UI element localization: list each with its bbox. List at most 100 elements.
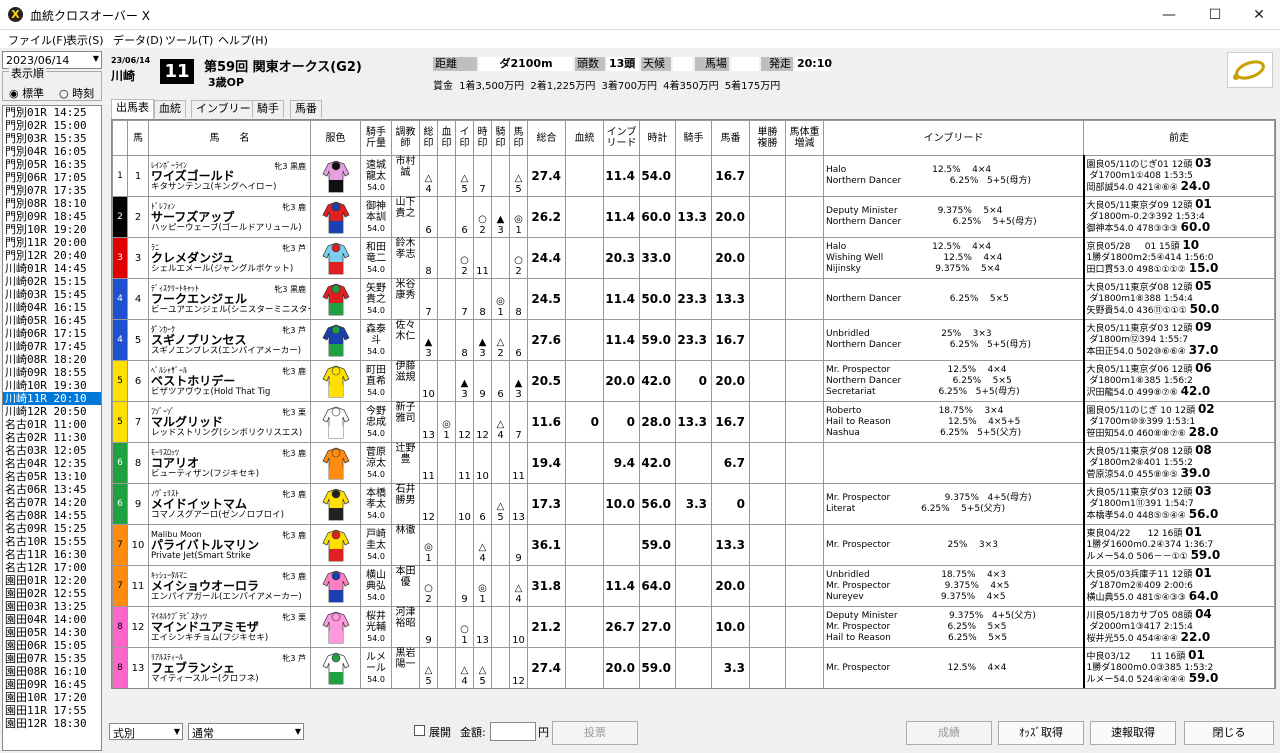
menu-help[interactable]: ヘルプ(H)	[218, 32, 268, 48]
race-list-item[interactable]: 川崎05R 16:45	[3, 314, 101, 327]
table-row[interactable]: 1 1 ﾚｲﾝﾎﾞｰﾗｲﾝ ワイズゴールド キタサンテンユ(キングヘイロー) 牝3 黒鹿遠…	[112, 155, 1275, 197]
horse-name-cell[interactable]: ｷｯｼｭｰﾀﾙﾏﾆ メイショウオーロラ エンパイアガール(エンパイアメーカー) 牝3 …	[148, 565, 311, 607]
horse-name-cell[interactable]: ﾘｱﾙｽﾃｨｰﾙ フェブランシェ マイティースルー(クロフネ) 牝3 芦	[148, 647, 311, 688]
column-header[interactable]: 前走	[1083, 120, 1275, 156]
flash-button[interactable]: 速報取得	[1090, 721, 1176, 745]
race-list-item[interactable]: 名古08R 14:55	[3, 509, 101, 522]
race-list-item[interactable]: 園田09R 16:45	[3, 678, 101, 691]
race-list-item[interactable]: 川崎10R 19:30	[3, 379, 101, 392]
race-list-item[interactable]: 川崎07R 17:45	[3, 340, 101, 353]
race-list-item[interactable]: 園田05R 14:30	[3, 626, 101, 639]
amount-input[interactable]	[490, 722, 536, 741]
horse-name-cell[interactable]: ﾍﾞﾙｼｬｻﾞｰﾙ ベストホリデー ビザツアヴウェ(Hold That Tig 牝3 …	[148, 360, 311, 402]
menu-tools[interactable]: ツール(T)	[165, 32, 213, 48]
race-list-item[interactable]: 川崎04R 16:15	[3, 301, 101, 314]
column-header[interactable]: 時 印	[473, 120, 492, 156]
horse-name-cell[interactable]: ﾚｲﾝﾎﾞｰﾗｲﾝ ワイズゴールド キタサンテンユ(キングヘイロー) 牝3 黒鹿	[148, 155, 311, 197]
column-header[interactable]: 調教 師	[391, 120, 420, 156]
race-list-item[interactable]: 名古06R 13:45	[3, 483, 101, 496]
race-list-item[interactable]: 名古11R 16:30	[3, 548, 101, 561]
column-header[interactable]: インブリード	[823, 120, 1084, 156]
column-header[interactable]: 総 印	[419, 120, 438, 156]
race-list-item[interactable]: 名古01R 11:00	[3, 418, 101, 431]
column-header[interactable]: 馬 名	[148, 120, 311, 156]
column-header[interactable]: 騎 印	[491, 120, 510, 156]
column-header[interactable]: 血 印	[437, 120, 456, 156]
column-header[interactable]: イ 印	[455, 120, 474, 156]
result-button[interactable]: 成績	[906, 721, 992, 745]
race-list-item[interactable]: 園田08R 16:10	[3, 665, 101, 678]
horse-name-cell[interactable]: Malibu Moon パライバトルマリン Private Jet(Smart St…	[148, 524, 311, 566]
close-button[interactable]: 閉じる	[1184, 721, 1274, 745]
column-header[interactable]: インブ リード	[603, 120, 640, 156]
column-header[interactable]: 馬番	[711, 120, 750, 156]
race-list-item[interactable]: 名古09R 15:25	[3, 522, 101, 535]
table-row[interactable]: 8 13 ﾘｱﾙｽﾃｨｰﾙ フェブランシェ マイティースルー(クロフネ) 牝3 芦ルメ ー…	[112, 647, 1275, 688]
race-list-item[interactable]: 門別03R 15:35	[3, 132, 101, 145]
tab-jockey[interactable]: 騎手	[252, 100, 284, 118]
column-header[interactable]: 服色	[310, 120, 361, 156]
horse-name-cell[interactable]: ﾓｰﾘｽﾛｯﾂ コアリオ ビューティザン(フジキセキ) 牝3 鹿	[148, 442, 311, 484]
race-list-item[interactable]: 川崎12R 20:50	[3, 405, 101, 418]
tab-entries[interactable]: 出馬表	[111, 99, 154, 119]
vote-button[interactable]: 投票	[552, 721, 638, 745]
race-list-item[interactable]: 門別07R 17:35	[3, 184, 101, 197]
race-list-item[interactable]: 名古10R 15:55	[3, 535, 101, 548]
column-header[interactable]: 騎手	[675, 120, 712, 156]
race-list-item[interactable]: 門別06R 17:05	[3, 171, 101, 184]
table-row[interactable]: 6 9 ﾉｳﾞｪﾘｽﾄ メイドイットマム コマノスグアーロ(ゼンノロブロイ) 牝3 鹿本橋…	[112, 483, 1275, 525]
horse-name-cell[interactable]: ﾌｿﾞｰｿﾞ マルグリッド レッドストリング(シンボリクリスエス) 牝3 栗	[148, 401, 311, 443]
race-list-item[interactable]: 名古05R 13:10	[3, 470, 101, 483]
minimize-button[interactable]: —	[1146, 0, 1192, 30]
table-row[interactable]: 5 7 ﾌｿﾞｰｿﾞ マルグリッド レッドストリング(シンボリクリスエス) 牝3 栗今野 …	[112, 401, 1275, 443]
menu-view[interactable]: 表示(S)	[66, 32, 104, 48]
race-list-item[interactable]: 名古04R 12:35	[3, 457, 101, 470]
race-list-item[interactable]: 門別10R 19:20	[3, 223, 101, 236]
race-list-item[interactable]: 門別05R 16:35	[3, 158, 101, 171]
horse-name-cell[interactable]: ﾉｳﾞｪﾘｽﾄ メイドイットマム コマノスグアーロ(ゼンノロブロイ) 牝3 鹿	[148, 483, 311, 525]
column-header[interactable]: 騎手 斤量	[360, 120, 392, 156]
race-list-item[interactable]: 名古07R 14:20	[3, 496, 101, 509]
race-list-item[interactable]: 門別11R 20:00	[3, 236, 101, 249]
column-header[interactable]: 馬 印	[509, 120, 528, 156]
horse-name-cell[interactable]: ﾀﾞﾝｶｰｸ スギノプリンセス スギノエンブレス(エンパイアメーカー) 牝3 芦	[148, 319, 311, 361]
race-list-item[interactable]: 川崎11R 20:10	[3, 392, 101, 405]
horse-name-cell[interactable]: ﾃﾞｨｽｸﾘｰﾄｷｬｯﾄ フークエンジェル ビーユアエンジェル(シニスターミニスター…	[148, 278, 311, 320]
menu-file[interactable]: ファイル(F)	[8, 32, 67, 48]
horse-name-cell[interactable]: ﾏｲﾈﾙｸﾌﾞﾗﾋﾞｽﾀｯﾂ マインドユアミモザ エイシンキチョム(フジキセキ) 牝3…	[148, 606, 311, 648]
column-header[interactable]: 総合	[527, 120, 566, 156]
race-list-item[interactable]: 川崎06R 17:15	[3, 327, 101, 340]
race-list-item[interactable]: 名古03R 12:05	[3, 444, 101, 457]
race-list-item[interactable]: 園田06R 15:05	[3, 639, 101, 652]
tab-pedigree[interactable]: 血統	[154, 100, 186, 118]
race-list-item[interactable]: 名古12R 17:00	[3, 561, 101, 574]
column-header[interactable]	[112, 120, 128, 156]
race-list-item[interactable]: 門別01R 14:25	[3, 106, 101, 119]
table-row[interactable]: 5 6 ﾍﾞﾙｼｬｻﾞｰﾙ ベストホリデー ビザツアヴウェ(Hold That Tig 牝…	[112, 360, 1275, 402]
mode-select[interactable]: 通常 ▼	[188, 723, 304, 740]
table-row[interactable]: 2 2 ﾄﾞﾚﾌｫﾝ サーフズアップ ハッピーウェーブ(ゴールドアリュール) 牝3 鹿御神…	[112, 196, 1275, 238]
race-list-item[interactable]: 園田12R 18:30	[3, 717, 101, 730]
table-row[interactable]: 6 8 ﾓｰﾘｽﾛｯﾂ コアリオ ビューティザン(フジキセキ) 牝3 鹿菅原 涼太 54.0…	[112, 442, 1275, 484]
tenkai-checkbox[interactable]	[414, 725, 425, 736]
radio-time[interactable]: ○ 時刻	[59, 85, 94, 101]
race-list-item[interactable]: 園田01R 12:20	[3, 574, 101, 587]
table-row[interactable]: 3 3 ﾗﾆ クレメダンジュ シェルエメール(ジャングルポケット) 牝3 芦和田 竜二 54…	[112, 237, 1275, 279]
race-list-item[interactable]: 門別08R 18:10	[3, 197, 101, 210]
race-list-item[interactable]: 川崎02R 15:15	[3, 275, 101, 288]
maximize-button[interactable]: ☐	[1192, 0, 1238, 30]
race-list[interactable]: 門別01R 14:25 門別02R 15:00 門別03R 15:35 門別04R 1…	[2, 105, 102, 751]
close-window-button[interactable]: ✕	[1236, 0, 1280, 30]
race-list-item[interactable]: 川崎01R 14:45	[3, 262, 101, 275]
horse-name-cell[interactable]: ﾗﾆ クレメダンジュ シェルエメール(ジャングルポケット) 牝3 芦	[148, 237, 311, 279]
column-header[interactable]: 単勝 複勝	[749, 120, 786, 156]
table-row[interactable]: 4 5 ﾀﾞﾝｶｰｸ スギノプリンセス スギノエンブレス(エンパイアメーカー) 牝3 芦森…	[112, 319, 1275, 361]
bet-type-select[interactable]: 式別 ▼	[109, 723, 183, 740]
horse-name-cell[interactable]: ﾄﾞﾚﾌｫﾝ サーフズアップ ハッピーウェーブ(ゴールドアリュール) 牝3 鹿	[148, 196, 311, 238]
race-list-item[interactable]: 園田02R 12:55	[3, 587, 101, 600]
table-row[interactable]: 4 4 ﾃﾞｨｽｸﾘｰﾄｷｬｯﾄ フークエンジェル ビーユアエンジェル(シニスターミニス…	[112, 278, 1275, 320]
tab-umaban[interactable]: 馬番	[290, 100, 322, 118]
column-header[interactable]: 馬体重 増減	[785, 120, 824, 156]
entries-grid[interactable]: 馬馬 名服色 騎手 斤量 調教 師総 印血 印イ 印時 印騎 印馬 印総合 血統 インブ…	[111, 119, 1276, 689]
race-list-item[interactable]: 川崎09R 18:55	[3, 366, 101, 379]
